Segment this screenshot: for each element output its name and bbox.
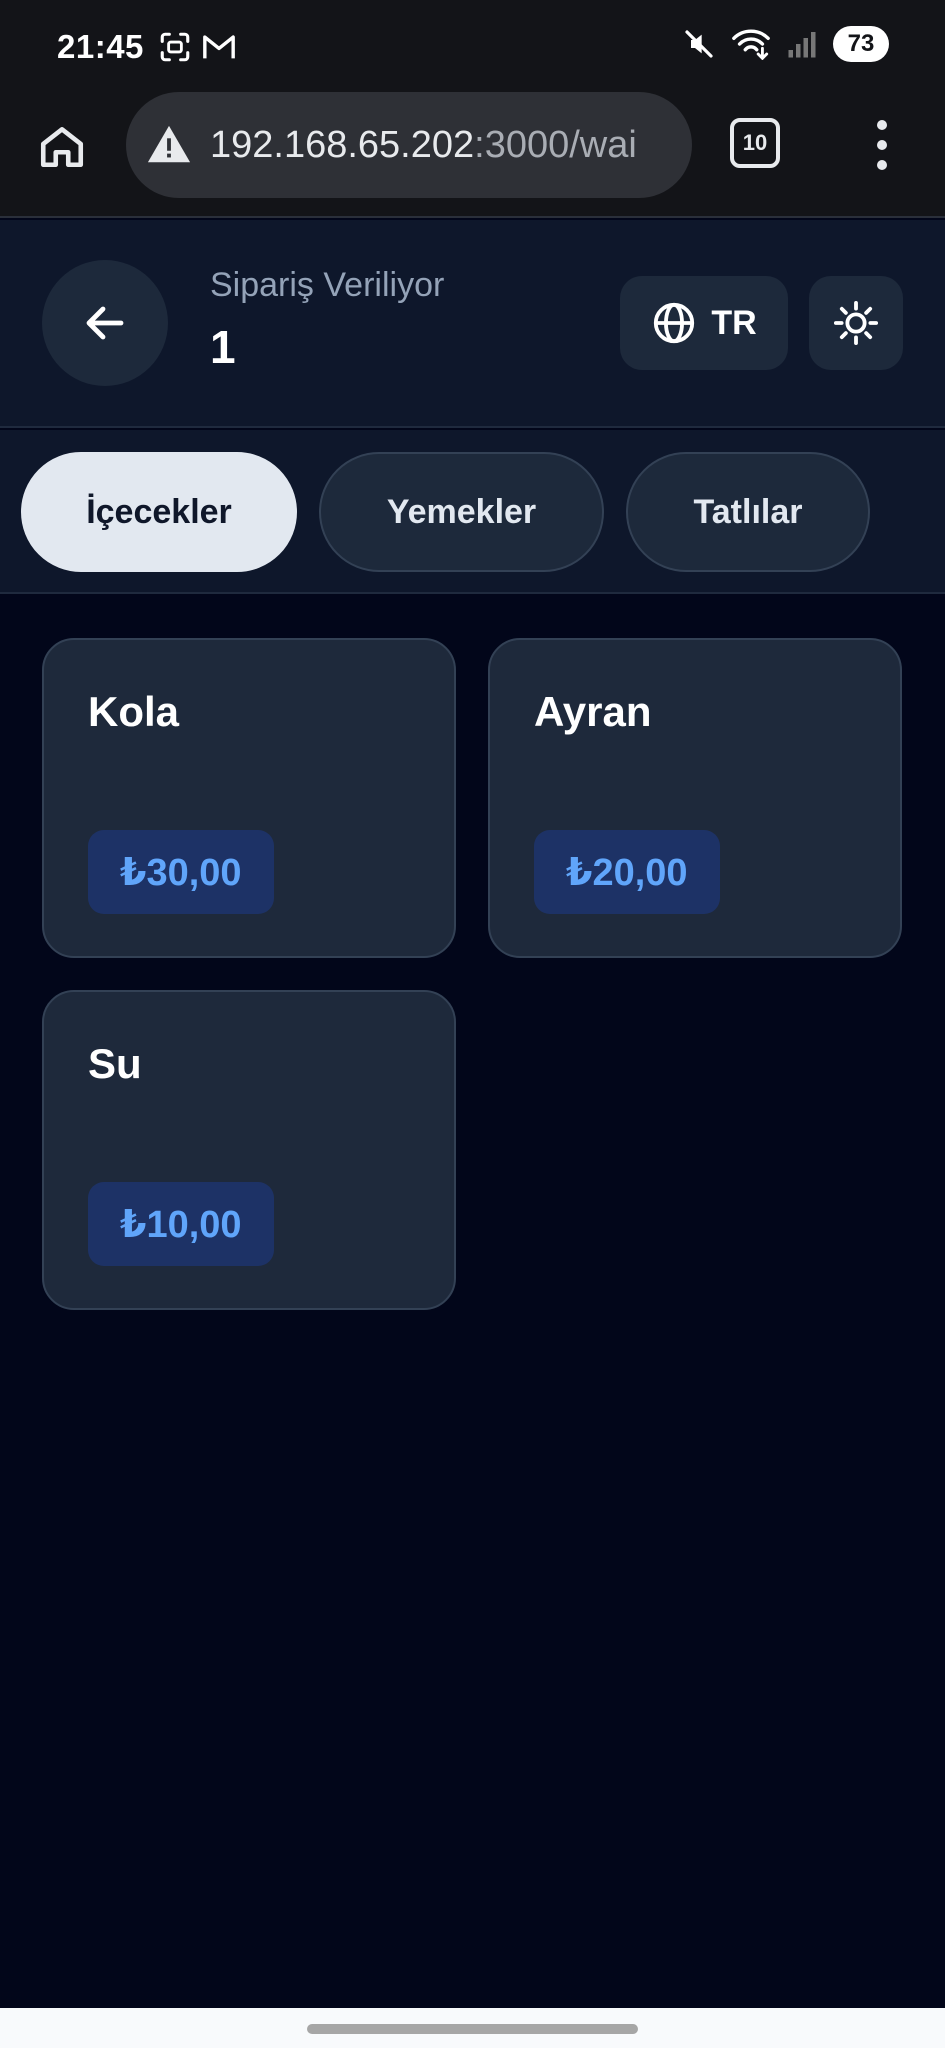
tabs-button[interactable]: 10	[730, 118, 780, 168]
product-card-ayran[interactable]: Ayran ₺20,00	[488, 638, 902, 958]
category-tabs: İçecekler Yemekler Tatlılar	[0, 430, 945, 594]
table-number: 1	[210, 321, 236, 373]
warning-icon[interactable]	[146, 122, 192, 168]
tab-count: 10	[742, 130, 768, 155]
product-name: Ayran	[534, 688, 652, 735]
signal-icon	[788, 32, 816, 58]
status-right-icons: 73	[683, 26, 889, 62]
url-text[interactable]: 192.168.65.202:3000/wai	[210, 124, 637, 167]
url-host: 192.168.65.202	[210, 123, 475, 166]
header-subtitle: Sipariş Veriliyor	[210, 266, 445, 304]
price-badge: ₺20,00	[534, 830, 720, 914]
navigation-bar	[0, 2008, 945, 2048]
app-header: Sipariş Veriliyor 1 TR	[0, 220, 945, 428]
language-button[interactable]: TR	[620, 276, 788, 370]
home-icon	[40, 127, 84, 168]
product-card-su[interactable]: Su ₺10,00	[42, 990, 456, 1310]
status-bar: 21:45 73	[0, 0, 945, 90]
home-button[interactable]	[32, 116, 92, 176]
battery-indicator: 73	[833, 26, 889, 62]
url-path: :3000/wai	[474, 123, 637, 166]
more-vert-icon[interactable]	[862, 116, 902, 174]
back-button[interactable]	[42, 260, 168, 386]
theme-toggle-button[interactable]	[809, 276, 903, 370]
product-name: Su	[88, 1040, 142, 1087]
sun-icon	[833, 300, 879, 346]
product-card-kola[interactable]: Kola ₺30,00	[42, 638, 456, 958]
url-bar[interactable]: 192.168.65.202:3000/wai	[126, 92, 692, 198]
gmail-icon	[203, 35, 235, 59]
status-left-icons	[158, 30, 236, 64]
tab-icecekler[interactable]: İçecekler	[21, 452, 297, 572]
price-badge: ₺10,00	[88, 1182, 274, 1266]
wifi-icon	[732, 29, 770, 60]
arrow-left-icon	[86, 306, 124, 340]
status-time: 21:45	[57, 28, 144, 65]
screenshot-icon	[160, 32, 190, 62]
browser-toolbar: 192.168.65.202:3000/wai 10	[0, 90, 945, 218]
globe-icon	[654, 302, 695, 344]
tab-yemekler[interactable]: Yemekler	[319, 452, 604, 572]
page: 21:45 73 192.168.65.202:3000/wai 10 Sipa…	[0, 0, 945, 2048]
tab-tatlilar[interactable]: Tatlılar	[626, 452, 870, 572]
mute-icon	[685, 30, 713, 58]
gesture-handle[interactable]	[307, 2024, 638, 2034]
product-name: Kola	[88, 688, 180, 735]
language-label: TR	[711, 303, 757, 342]
price-badge: ₺30,00	[88, 830, 274, 914]
